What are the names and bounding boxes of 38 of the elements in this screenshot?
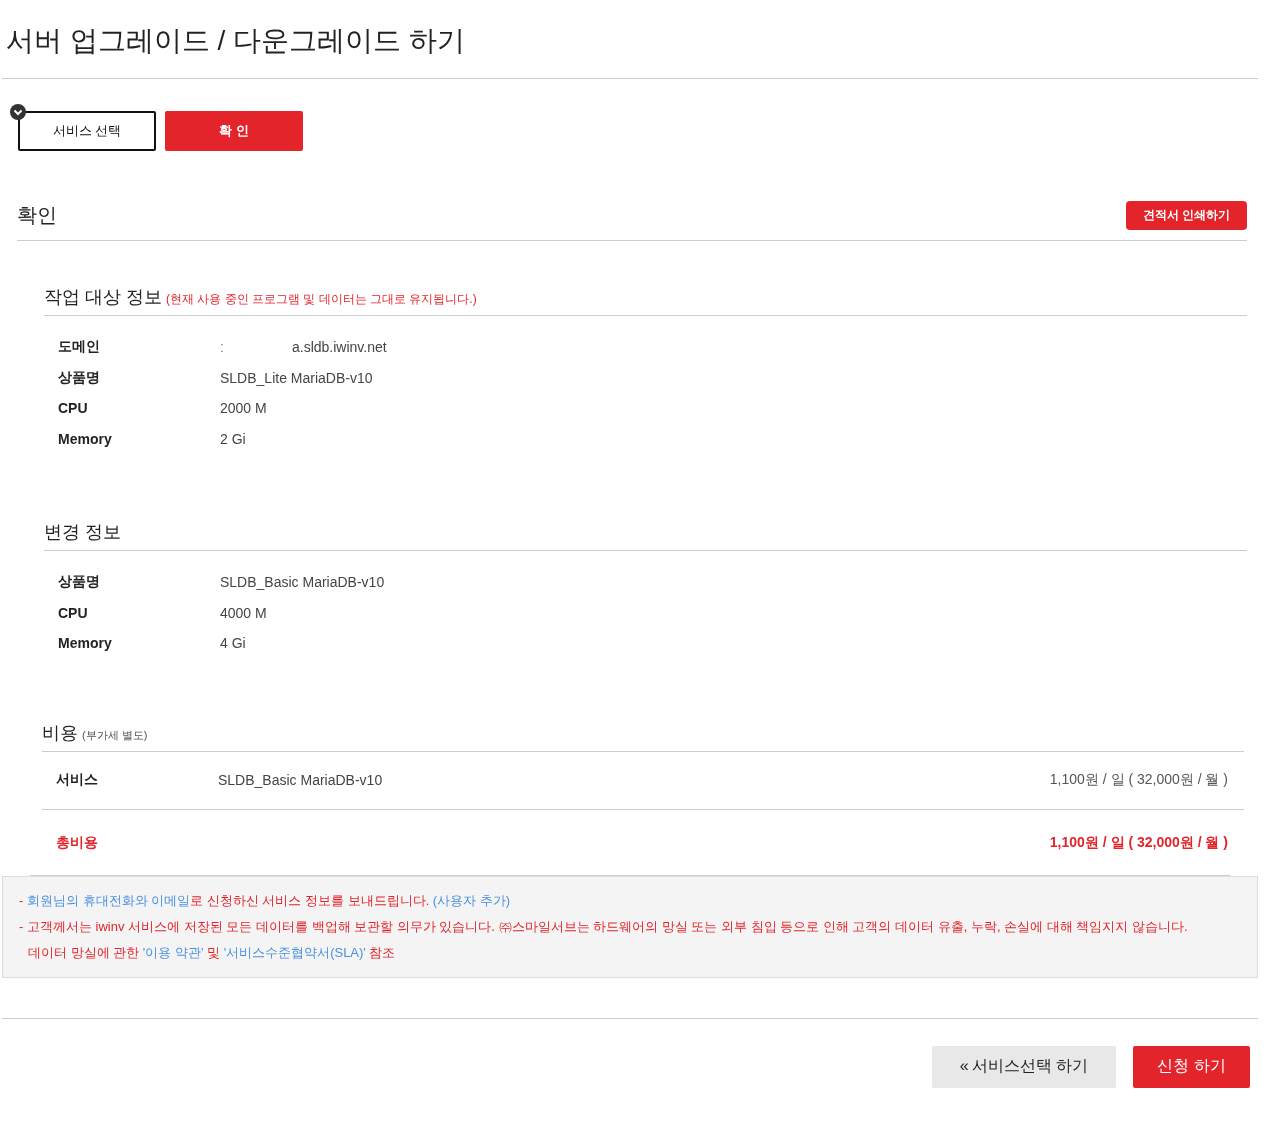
- field-value: SLDB_Lite MariaDB-v10: [220, 369, 373, 386]
- notice-text: - 고객께서는 iwinv 서비스에 저장된 모든 데이터를 백업해 보관할 의무가 있습니다. ㈜스마일서브는 하드웨어의 망실 또는 외부 침입 등으로 인해 고객의 데이터 유출, 누락, 손실에 대해 책임지지 않습니다.: [19, 917, 1189, 936]
- field-label: 도메인: [58, 338, 101, 357]
- field-value: a.sldb.iwinv.net: [292, 339, 387, 356]
- notice-text: - 회원님의 휴대전화와 이메일 로 신청하신 서비스 정보를 보내드립니다. (사용자 추가): [19, 891, 512, 910]
- redacted-fragment: ː: [220, 339, 225, 356]
- price: 1,100원 / 일 ( 32,000원 / 월 ): [1049, 771, 1228, 789]
- section-title: 확인: [17, 203, 57, 228]
- back-button[interactable]: « 서비스선택 하기: [931, 1045, 1116, 1088]
- product-name: SLDB_Basic MariaDB-v10: [218, 772, 383, 788]
- notice-link[interactable]: '이용 약관': [142, 944, 204, 960]
- field-label: Memory: [58, 635, 113, 652]
- field-label: 상품명: [58, 368, 101, 387]
- step-tab[interactable]: 서비스 선택: [18, 111, 156, 151]
- print-quote-button[interactable]: 견적서 인쇄하기: [1125, 201, 1247, 230]
- total-label: 총비용: [56, 833, 99, 852]
- field-value: 2000 M: [220, 400, 267, 417]
- subsection-note: (현재 사용 중인 프로그램 및 데이터는 그대로 유지됩니다.): [166, 291, 477, 308]
- notice-link[interactable]: '서비스수준협약서(SLA)': [223, 944, 366, 960]
- field-label: Memory: [58, 430, 113, 447]
- field-value: SLDB_Basic MariaDB-v10: [220, 574, 385, 591]
- notice-text: 데이터 망실에 관한 '이용 약관' 및 '서비스수준협약서(SLA)' 참조: [27, 943, 397, 962]
- subsection-title: 작업 대상 정보: [44, 286, 162, 309]
- subsection-note: (부가세 별도): [82, 727, 148, 743]
- cost-label: 서비스: [56, 771, 99, 789]
- field-label: CPU: [58, 400, 89, 417]
- total-price: 1,100원 / 일 ( 32,000원 / 월 ): [1049, 833, 1228, 852]
- notice-link[interactable]: (사용자 추가): [432, 892, 511, 908]
- field-value: 4000 M: [220, 604, 267, 621]
- field-value: 4 Gi: [220, 635, 246, 652]
- field-label: CPU: [58, 604, 89, 621]
- submit-button[interactable]: 신청 하기: [1133, 1045, 1250, 1088]
- field-value: 2 Gi: [220, 430, 246, 447]
- field-label: 상품명: [58, 573, 101, 592]
- subsection-title: 변경 정보: [44, 521, 121, 544]
- subsection-title: 비용: [42, 721, 78, 745]
- step-tab[interactable]: 확 인: [165, 111, 303, 151]
- page-title: 서버 업그레이드 / 다운그레이드 하기: [2, 0, 1258, 79]
